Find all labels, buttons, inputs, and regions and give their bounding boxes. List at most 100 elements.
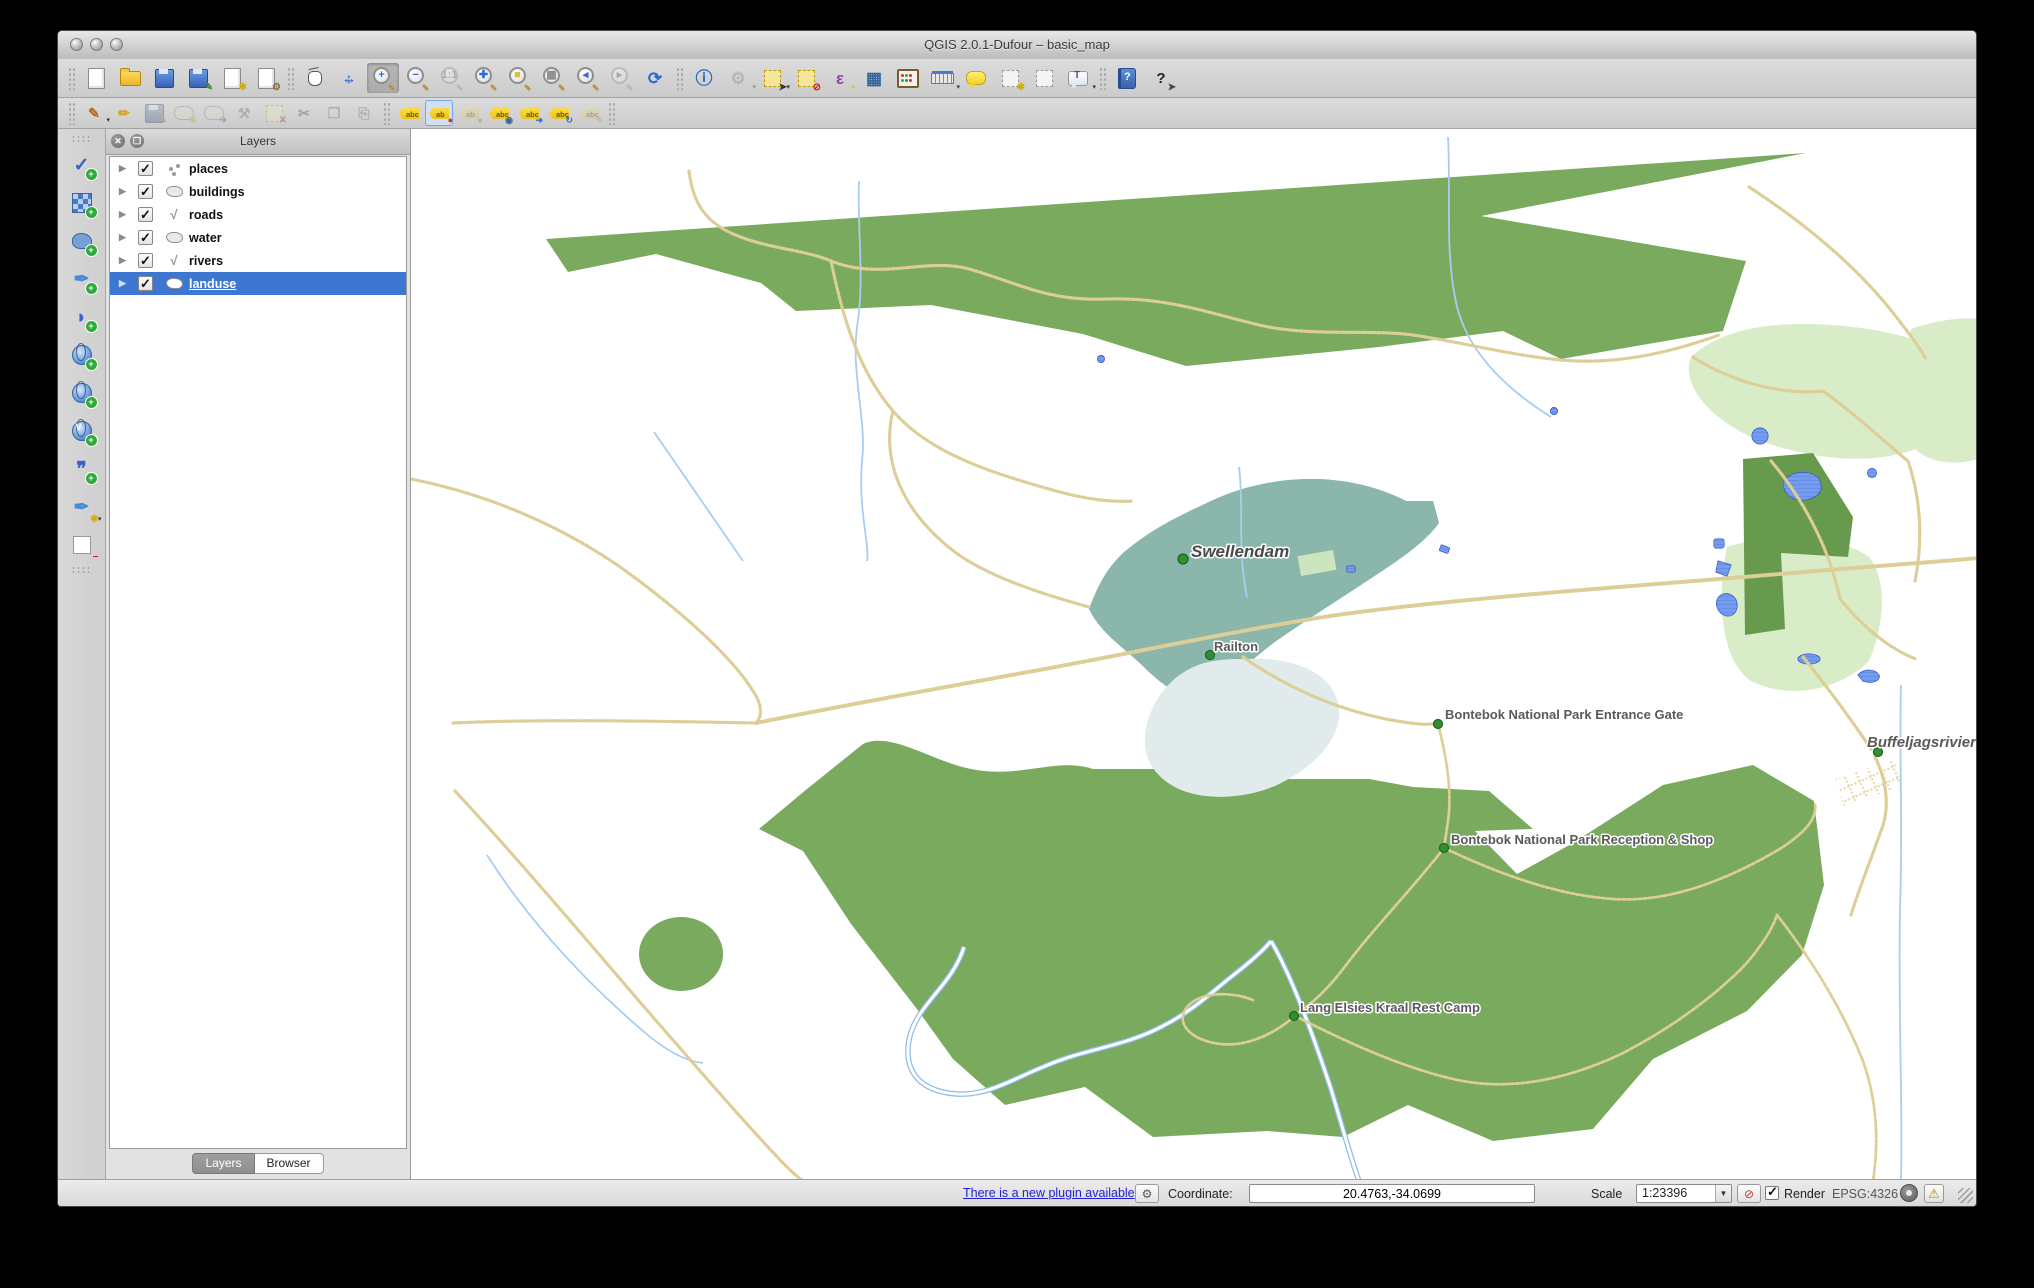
add-vector-layer-icon[interactable]: ✓+ — [64, 147, 100, 183]
layer-tree[interactable]: ▶✓places▶✓buildings▶✓√roads▶✓water▶✓√riv… — [109, 156, 407, 1149]
title-bar[interactable]: QGIS 2.0.1-Dufour – basic_map — [58, 31, 1976, 60]
paste-features-icon[interactable]: ⎘ — [350, 100, 378, 126]
change-label-properties-icon[interactable]: abc✎ — [575, 100, 603, 126]
layer-row-roads[interactable]: ▶✓√roads — [110, 203, 406, 226]
message-log-warning-icon[interactable]: ⚠ — [1924, 1184, 1944, 1203]
zoom-actual-icon[interactable]: 1:1 — [435, 63, 467, 93]
refresh-icon[interactable]: ⟳ — [639, 63, 671, 93]
open-project-icon[interactable] — [114, 63, 146, 93]
save-project-as-icon[interactable]: ✎ — [182, 63, 214, 93]
toolbar-separator — [68, 66, 75, 90]
stop-render-icon[interactable]: ⊘ — [1737, 1184, 1761, 1203]
zoom-in-icon[interactable]: + — [367, 63, 399, 93]
layer-visibility-checkbox[interactable]: ✓ — [138, 161, 153, 176]
resize-grip[interactable] — [1958, 1188, 1973, 1203]
tab-browser[interactable]: Browser — [255, 1153, 324, 1174]
add-postgis-layer-icon[interactable]: + — [64, 223, 100, 259]
expand-arrow-icon[interactable]: ▶ — [119, 232, 129, 243]
text-annotation-icon[interactable]: T▾ — [1062, 63, 1094, 93]
layer-row-places[interactable]: ▶✓places — [110, 157, 406, 180]
add-wcs-layer-icon[interactable]: + — [64, 375, 100, 411]
attribute-table-icon[interactable]: ▦ — [858, 63, 890, 93]
highlight-pinned-labels-icon[interactable]: ab● — [455, 100, 483, 126]
whats-this-icon[interactable]: ?➤ — [1145, 63, 1177, 93]
label-entrance-gate: Bontebok National Park Entrance Gate — [1445, 707, 1683, 722]
layer-visibility-checkbox[interactable]: ✓ — [138, 184, 153, 199]
run-feature-action-icon[interactable]: ⚙▾ — [722, 63, 754, 93]
crs-status-icon[interactable] — [1900, 1184, 1918, 1202]
expand-arrow-icon[interactable]: ▶ — [119, 163, 129, 174]
move-feature-icon[interactable]: ➜ — [200, 100, 228, 126]
zoom-out-icon[interactable]: − — [401, 63, 433, 93]
layer-visibility-checkbox[interactable]: ✓ — [138, 230, 153, 245]
add-feature-icon[interactable]: ✱ — [170, 100, 198, 126]
rotate-label-icon[interactable]: abc↻ — [545, 100, 573, 126]
chevron-down-icon[interactable]: ▼ — [1715, 1185, 1731, 1202]
measure-icon[interactable]: ▾ — [926, 63, 958, 93]
add-spatialite-layer-icon[interactable]: ✒+ — [64, 261, 100, 297]
save-layer-edits-icon[interactable]: ✎ — [140, 100, 168, 126]
map-canvas[interactable]: Swellendam Railton Bontebok National Par… — [411, 129, 1976, 1179]
layer-row-buildings[interactable]: ▶ ✓ buildings — [110, 180, 406, 203]
toolbar-handle[interactable] — [71, 135, 93, 144]
zoom-next-icon[interactable]: ▸ — [605, 63, 637, 93]
add-mssql-layer-icon[interactable]: ◗+ — [64, 299, 100, 335]
add-raster-layer-icon[interactable]: + — [64, 185, 100, 221]
pan-to-selection-icon[interactable]: ↔↕ — [333, 63, 365, 93]
copy-features-icon[interactable]: ❐ — [320, 100, 348, 126]
layer-label: roads — [189, 208, 223, 222]
add-wms-layer-icon[interactable]: + — [64, 337, 100, 373]
select-by-expression-icon[interactable]: ε▪ — [824, 63, 856, 93]
add-delimited-text-layer-icon[interactable]: ❞+ — [64, 451, 100, 487]
pin-labels-icon[interactable]: ab● — [425, 100, 453, 126]
node-tool-icon[interactable]: ⚒ — [230, 100, 258, 126]
layer-label: buildings — [189, 185, 245, 199]
current-edits-icon[interactable]: ✎▾ — [80, 100, 108, 126]
show-bookmarks-icon[interactable] — [1028, 63, 1060, 93]
labeling-icon[interactable]: abc — [395, 100, 423, 126]
expand-arrow-icon[interactable]: ▶ — [119, 209, 129, 220]
map-tips-icon[interactable] — [960, 63, 992, 93]
save-project-icon[interactable] — [148, 63, 180, 93]
toggle-editing-icon[interactable]: ✏ — [110, 100, 138, 126]
layer-visibility-checkbox[interactable]: ✓ — [138, 253, 153, 268]
layer-row-water[interactable]: ▶✓water — [110, 226, 406, 249]
delete-selected-icon[interactable]: ✕ — [260, 100, 288, 126]
expand-arrow-icon[interactable]: ▶ — [119, 186, 129, 197]
main-area: ✓+++✒+◗+++V+❞+✒✱▾− ✕ ❐ Layers ▶✓places▶✓… — [58, 129, 1976, 1179]
new-shapefile-layer-icon[interactable]: ✒✱▾ — [64, 489, 100, 525]
pan-map-icon[interactable] — [299, 63, 331, 93]
identify-icon[interactable]: ⓘ — [688, 63, 720, 93]
zoom-last-icon[interactable]: ◂ — [571, 63, 603, 93]
select-features-icon[interactable]: ➤▾ — [756, 63, 788, 93]
move-label-icon[interactable]: abc➜ — [515, 100, 543, 126]
zoom-to-layer-icon[interactable]: ▦ — [537, 63, 569, 93]
tab-layers[interactable]: Layers — [192, 1153, 254, 1174]
layer-row-rivers[interactable]: ▶✓√rivers — [110, 249, 406, 272]
cut-features-icon[interactable]: ✂ — [290, 100, 318, 126]
plugin-icon[interactable]: ⚙ — [1135, 1184, 1159, 1203]
show-hide-labels-icon[interactable]: abc◉ — [485, 100, 513, 126]
field-calculator-icon[interactable] — [892, 63, 924, 93]
remove-layer-icon[interactable]: − — [64, 527, 100, 563]
expand-arrow-icon[interactable]: ▶ — [119, 255, 129, 266]
render-checkbox[interactable] — [1765, 1186, 1779, 1200]
zoom-full-icon[interactable]: ✚ — [469, 63, 501, 93]
help-icon[interactable]: ? — [1111, 63, 1143, 93]
scale-combo[interactable]: 1:23396 ▼ — [1636, 1184, 1732, 1203]
toolbar-handle[interactable] — [71, 566, 93, 575]
layer-visibility-checkbox[interactable]: ✓ — [138, 276, 153, 291]
new-composer-icon[interactable]: ✱ — [216, 63, 248, 93]
layers-panel-header[interactable]: ✕ ❐ Layers — [106, 129, 410, 155]
composer-manager-icon[interactable]: ⚙ — [250, 63, 282, 93]
deselect-features-icon[interactable]: ⊘ — [790, 63, 822, 93]
layer-visibility-checkbox[interactable]: ✓ — [138, 207, 153, 222]
zoom-to-selection-icon[interactable]: ■ — [503, 63, 535, 93]
new-bookmark-icon[interactable]: ✱ — [994, 63, 1026, 93]
layer-row-landuse[interactable]: ▶✓landuse — [110, 272, 406, 295]
plugin-update-link[interactable]: There is a new plugin available — [963, 1186, 1135, 1200]
coordinate-input[interactable] — [1249, 1184, 1535, 1203]
add-wfs-layer-icon[interactable]: V+ — [64, 413, 100, 449]
expand-arrow-icon[interactable]: ▶ — [119, 278, 129, 289]
new-project-icon[interactable] — [80, 63, 112, 93]
